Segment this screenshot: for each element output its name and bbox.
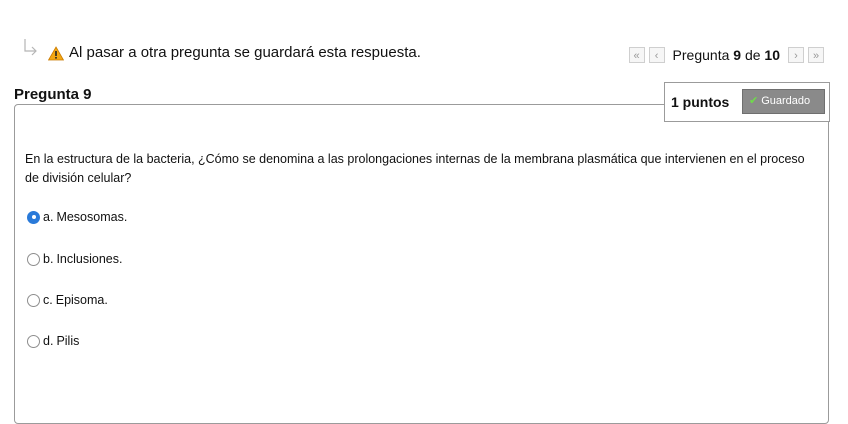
next-question-button[interactable]: › xyxy=(788,47,804,63)
question-text: En la estructura de la bacteria, ¿Cómo s… xyxy=(25,152,805,185)
option-c[interactable]: c. Episoma. xyxy=(27,291,108,309)
option-d[interactable]: d. Pilis xyxy=(27,332,79,350)
previous-question-button[interactable]: ‹ xyxy=(648,47,665,63)
radio-button[interactable] xyxy=(27,252,40,266)
option-label: Mesosomas. xyxy=(56,210,128,224)
save-notice: Al pasar a otra pregunta se guardará est… xyxy=(69,44,421,61)
option-label: Pilis xyxy=(56,334,80,348)
option-b[interactable]: b. Inclusiones. xyxy=(27,250,122,268)
pager-prefix: Pregunta xyxy=(672,47,730,63)
option-letter: b. xyxy=(43,252,54,266)
pager-label: Pregunta 9 de 10 xyxy=(673,47,780,63)
check-icon: ✔ xyxy=(749,95,759,107)
top-bar: Al pasar a otra pregunta se guardará est… xyxy=(0,0,848,80)
option-letter: d. xyxy=(43,334,54,348)
warning-icon xyxy=(48,46,64,61)
points-label: 1 puntos xyxy=(671,94,730,110)
option-label: Episoma. xyxy=(55,293,108,307)
question-title: Pregunta 9 xyxy=(14,86,92,103)
first-question-button[interactable]: « xyxy=(628,47,645,63)
pager-of: de xyxy=(744,47,761,63)
radio-button[interactable] xyxy=(27,293,40,307)
radio-button[interactable] xyxy=(27,334,40,348)
option-letter: a. xyxy=(43,210,54,224)
option-a[interactable]: a. Mesosomas. xyxy=(27,208,127,226)
question-pager: « ‹ Pregunta 9 de 10 › » xyxy=(628,45,824,65)
last-question-button[interactable]: » xyxy=(808,47,824,63)
option-letter: c. xyxy=(43,293,53,307)
option-label: Inclusiones. xyxy=(56,252,123,266)
pager-current: 9 xyxy=(733,47,742,63)
status-badge: ✔ Guardado xyxy=(742,89,825,114)
question-info: 1 puntos ✔ Guardado xyxy=(664,82,830,122)
radio-button-selected[interactable] xyxy=(27,210,40,224)
pager-total: 10 xyxy=(764,47,780,63)
status-label: Guardado xyxy=(761,95,811,107)
hook-arrow-icon xyxy=(24,39,37,56)
